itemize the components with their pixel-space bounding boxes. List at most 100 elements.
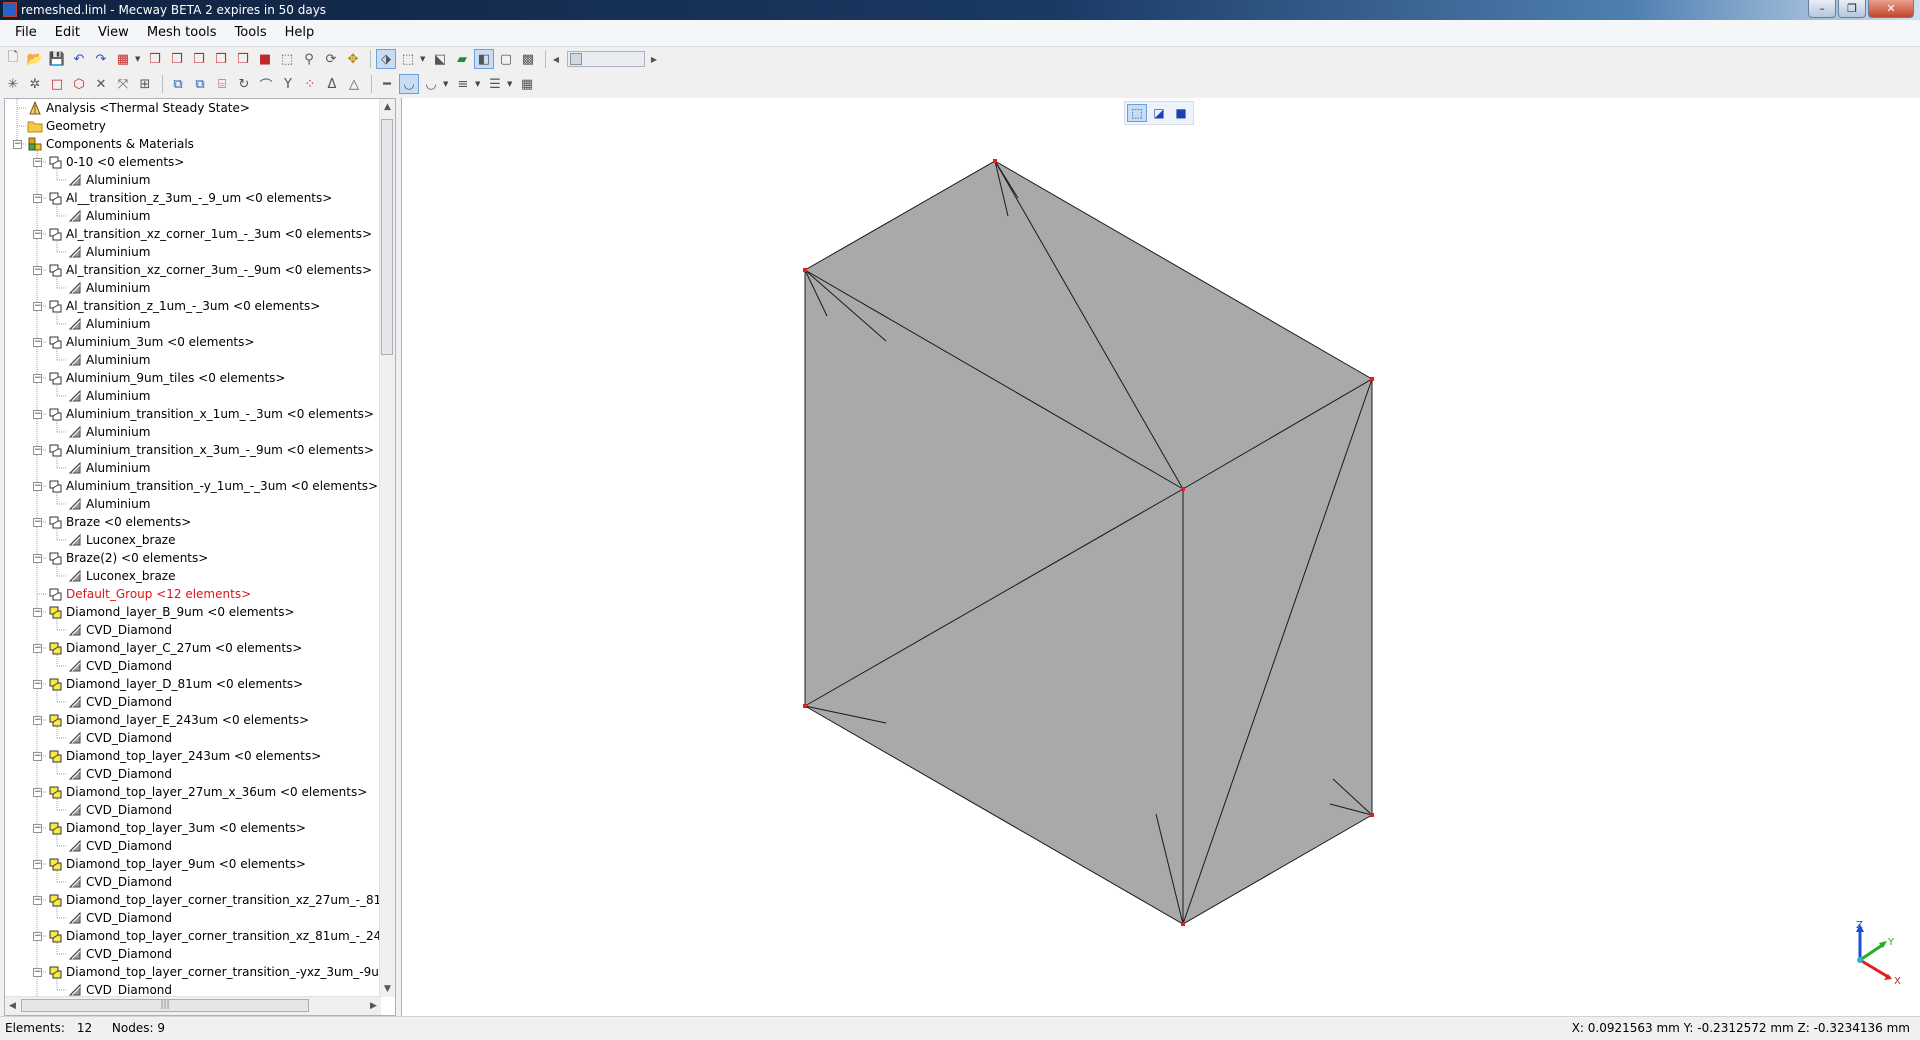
- tree-item[interactable]: Al_transition_xz_corner_3um_-_9um <0 ele…: [47, 261, 372, 279]
- tree-item[interactable]: Diamond_top_layer_corner_transition_xz_2…: [47, 891, 381, 909]
- triangle-outline-icon[interactable]: △: [344, 74, 364, 94]
- curve-element-icon[interactable]: ◡: [421, 74, 441, 94]
- tree-horizontal-scrollbar[interactable]: ◀ ||| ▶: [5, 996, 381, 1015]
- view-front-icon[interactable]: ❒: [145, 49, 165, 69]
- tree-item[interactable]: Diamond_layer_E_243um <0 elements>: [47, 711, 309, 729]
- tree-item[interactable]: Aluminium: [67, 171, 150, 189]
- tree-item[interactable]: Al_transition_z_1um_-_3um <0 elements>: [47, 297, 320, 315]
- solid-view-icon[interactable]: ◪: [1149, 104, 1169, 122]
- open-file-icon[interactable]: 📂: [25, 49, 45, 69]
- solve-icon[interactable]: ▦: [113, 49, 133, 69]
- box-select-icon[interactable]: ⬕: [430, 49, 450, 69]
- tree-item[interactable]: CVD_Diamond: [67, 765, 172, 783]
- tree-collapse-icon[interactable]: −: [33, 266, 42, 275]
- view-top-icon[interactable]: ❒: [233, 49, 253, 69]
- tree-collapse-icon[interactable]: −: [33, 644, 42, 653]
- tree-collapse-icon[interactable]: −: [33, 194, 42, 203]
- tree-collapse-icon[interactable]: −: [33, 482, 42, 491]
- square-element-icon[interactable]: □: [47, 74, 67, 94]
- tree-collapse-icon[interactable]: −: [33, 824, 42, 833]
- outline-display-icon[interactable]: ▢: [496, 49, 516, 69]
- split-icon[interactable]: ⤧: [113, 74, 133, 94]
- slider-right-icon[interactable]: ▶: [649, 49, 659, 69]
- model-viewport[interactable]: Z Y X ⬚ ◪ ■: [401, 98, 1920, 1016]
- tree-item[interactable]: CVD_Diamond: [67, 801, 172, 819]
- maximize-button[interactable]: ❐: [1838, 0, 1866, 18]
- select-mode-dropdown-icon[interactable]: ▼: [420, 55, 426, 63]
- tree-item[interactable]: CVD_Diamond: [67, 837, 172, 855]
- tree-collapse-icon[interactable]: −: [33, 518, 42, 527]
- minimize-button[interactable]: –: [1808, 0, 1836, 18]
- scroll-right-icon[interactable]: ▶: [366, 997, 381, 1015]
- zoom-fit-icon[interactable]: ⬚: [277, 49, 297, 69]
- menu-help[interactable]: Help: [276, 20, 324, 46]
- tree-collapse-icon[interactable]: −: [33, 896, 42, 905]
- tree-item[interactable]: Aluminium: [67, 459, 150, 477]
- cube-element-icon[interactable]: ⬡: [69, 74, 89, 94]
- view-back-icon[interactable]: ❒: [167, 49, 187, 69]
- tree-item[interactable]: Aluminium_transition_x_1um_-_3um <0 elem…: [47, 405, 374, 423]
- mesh-display-icon[interactable]: ▩: [518, 49, 538, 69]
- tree-item[interactable]: Default_Group <12 elements>: [47, 585, 251, 603]
- tree-item[interactable]: Aluminium: [67, 423, 150, 441]
- tree-collapse-icon[interactable]: −: [33, 410, 42, 419]
- tree-collapse-icon[interactable]: −: [33, 608, 42, 617]
- tree-item[interactable]: Aluminium_transition_-y_1um_-_3um <0 ele…: [47, 477, 378, 495]
- tree-collapse-icon[interactable]: −: [33, 788, 42, 797]
- tree-item[interactable]: CVD_Diamond: [67, 945, 172, 963]
- tree-item[interactable]: Aluminium: [67, 387, 150, 405]
- pan-icon[interactable]: ✥: [343, 49, 363, 69]
- tree-item[interactable]: Luconex_braze: [67, 567, 175, 585]
- shaded-view-icon[interactable]: ■: [1171, 104, 1191, 122]
- tree-item[interactable]: Diamond_top_layer_corner_transition_-yxz…: [47, 963, 381, 981]
- tree-collapse-icon[interactable]: −: [33, 554, 42, 563]
- scroll-down-icon[interactable]: ▼: [380, 981, 395, 997]
- tree-collapse-icon[interactable]: −: [33, 302, 42, 311]
- scroll-thumb[interactable]: [381, 119, 393, 355]
- copy-nodes-icon[interactable]: ⧉: [168, 74, 188, 94]
- scroll-left-icon[interactable]: ◀: [5, 997, 20, 1015]
- tree-collapse-icon[interactable]: −: [33, 752, 42, 761]
- tree-collapse-icon[interactable]: −: [33, 680, 42, 689]
- hatch-icon[interactable]: ≡: [453, 74, 473, 94]
- tree-item[interactable]: Aluminium: [67, 315, 150, 333]
- tree-collapse-icon[interactable]: −: [33, 716, 42, 725]
- new-file-icon[interactable]: 🗋: [3, 49, 23, 69]
- select-elements-icon[interactable]: ⬗: [376, 49, 396, 69]
- tree-item[interactable]: Geometry: [27, 117, 106, 135]
- tree-item[interactable]: Aluminium: [67, 243, 150, 261]
- tree-item[interactable]: Al_transition_xz_corner_1um_-_3um <0 ele…: [47, 225, 372, 243]
- menu-view[interactable]: View: [89, 20, 138, 46]
- menu-mesh-tools[interactable]: Mesh tools: [138, 20, 226, 46]
- tree-item[interactable]: CVD_Diamond: [67, 729, 172, 747]
- merge-nodes-icon[interactable]: ⁘: [300, 74, 320, 94]
- horizontal-scroll-thumb[interactable]: |||: [21, 999, 309, 1012]
- tree-item[interactable]: CVD_Diamond: [67, 693, 172, 711]
- tree-item[interactable]: Diamond_top_layer_corner_transition_xz_8…: [47, 927, 381, 945]
- tree-item[interactable]: CVD_Diamond: [67, 621, 172, 639]
- tree-item[interactable]: Diamond_top_layer_27um_x_36um <0 element…: [47, 783, 367, 801]
- tree-collapse-icon[interactable]: −: [33, 230, 42, 239]
- tree-collapse-icon[interactable]: −: [33, 374, 42, 383]
- menu-edit[interactable]: Edit: [46, 20, 89, 46]
- tree-item[interactable]: Al__transition_z_3um_-_9_um <0 elements>: [47, 189, 332, 207]
- save-icon[interactable]: 💾: [47, 49, 67, 69]
- tree-item[interactable]: Aluminium: [67, 207, 150, 225]
- refine-icon[interactable]: ⊞: [135, 74, 155, 94]
- scroll-up-icon[interactable]: ▲: [380, 99, 395, 115]
- table-icon[interactable]: ▦: [517, 74, 537, 94]
- tree-item[interactable]: Braze <0 elements>: [47, 513, 191, 531]
- slider-thumb[interactable]: [570, 53, 582, 65]
- tree-item[interactable]: CVD_Diamond: [67, 873, 172, 891]
- tree-item[interactable]: Aluminium: [67, 279, 150, 297]
- cylinder-icon[interactable]: ⌸: [212, 74, 232, 94]
- wireframe-view-icon[interactable]: ⬚: [1127, 104, 1147, 122]
- node-tool-icon[interactable]: ✳: [3, 74, 23, 94]
- undo-icon[interactable]: ↶: [69, 49, 89, 69]
- tree-collapse-icon[interactable]: −: [33, 968, 42, 977]
- hatch-dropdown-icon[interactable]: ▼: [475, 80, 481, 88]
- slider-left-icon[interactable]: ◀: [551, 49, 561, 69]
- tree-item[interactable]: CVD_Diamond: [67, 909, 172, 927]
- menu-file[interactable]: File: [0, 20, 46, 46]
- shell-element-icon[interactable]: ◡: [399, 74, 419, 94]
